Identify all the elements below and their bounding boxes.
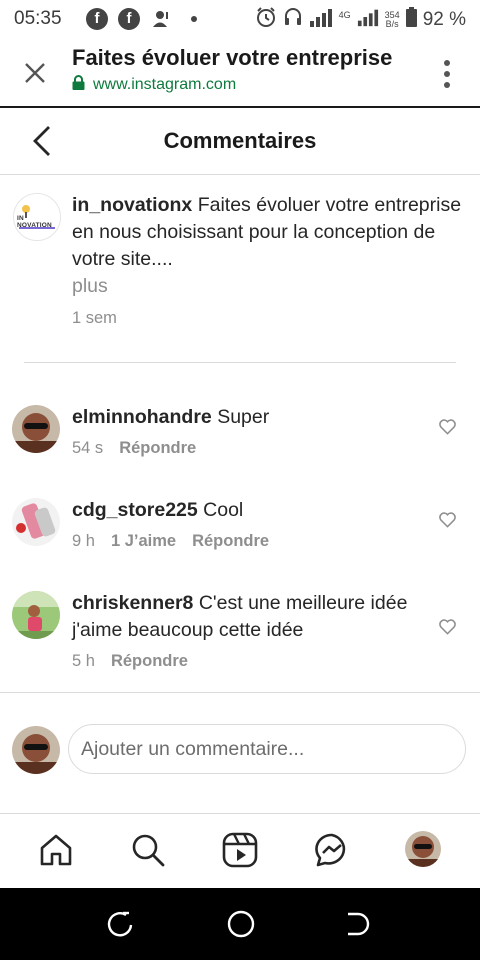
likes-count[interactable]: 1 J’aime [111, 532, 176, 551]
comment-body: Super [217, 406, 270, 428]
battery-icon [405, 7, 417, 32]
comment-text: elminnohandre Super [72, 404, 442, 431]
page-title: Faites évoluer votre entreprise [72, 45, 393, 70]
comment-time: 5 h [72, 652, 95, 670]
comment-avatar[interactable] [12, 591, 60, 639]
system-nav-bar [0, 888, 480, 960]
recents-icon[interactable] [106, 910, 134, 943]
network-type: 4G [338, 10, 351, 20]
headset-icon [283, 6, 303, 33]
comment-text: chriskenner8 C'est une meilleure idée j'… [72, 590, 442, 644]
comment-time: 54 s [72, 439, 104, 457]
comment-username[interactable]: elminnohandre [72, 406, 212, 428]
browser-bar: Faites évoluer votre entreprise www.inst… [0, 38, 480, 108]
comment-body: Cool [203, 499, 244, 521]
caption-avatar-logo-text: IN NOVATION [17, 215, 52, 229]
status-time: 05:35 [14, 8, 62, 29]
caption-text: in_novationx Faites évoluer votre entrep… [72, 192, 480, 273]
url-row[interactable]: www.instagram.com [72, 75, 236, 95]
comment-meta: 5 h Répondre [72, 652, 188, 671]
url-text: www.instagram.com [93, 76, 237, 93]
home-icon[interactable] [38, 832, 74, 868]
heart-icon[interactable] [438, 417, 457, 436]
status-bar: 05:35 f f 4G 354 B/s 92 % [0, 0, 480, 38]
more-notifications-dot [191, 16, 197, 22]
composer-avatar [12, 726, 60, 774]
reply-button[interactable]: Répondre [111, 652, 188, 671]
caption-time: 1 sem [72, 309, 117, 327]
network-speed: 354 B/s [385, 10, 400, 29]
facebook-notification-icon: f [118, 8, 140, 30]
heart-icon[interactable] [438, 510, 457, 529]
more-options-icon[interactable] [444, 60, 450, 88]
messenger-icon[interactable] [314, 832, 350, 868]
comments-header: Commentaires [0, 108, 480, 175]
search-icon[interactable] [130, 832, 166, 868]
reply-button[interactable]: Répondre [192, 532, 269, 551]
comment-meta: 54 s Répondre [72, 439, 196, 458]
comment-time: 9 h [72, 532, 95, 550]
comment-avatar[interactable] [12, 498, 60, 546]
comment-avatar[interactable] [12, 405, 60, 453]
reply-button[interactable]: Répondre [119, 439, 196, 458]
person-notification-icon [152, 9, 172, 34]
caption-username[interactable]: in_novationx [72, 194, 192, 216]
lock-icon [72, 75, 85, 95]
caption-avatar[interactable]: IN NOVATION [13, 193, 61, 241]
comment-username[interactable]: cdg_store225 [72, 499, 198, 521]
facebook-notification-icon: f [86, 8, 108, 30]
alarm-icon [255, 6, 277, 33]
home-circle-icon[interactable] [226, 909, 256, 944]
nav-divider [0, 813, 480, 814]
battery-percent: 92 % [422, 8, 466, 30]
comment-text: cdg_store225 Cool [72, 497, 442, 524]
close-icon[interactable] [22, 60, 48, 86]
profile-avatar[interactable] [405, 831, 441, 867]
heart-icon[interactable] [438, 617, 457, 636]
comments-divider [0, 692, 480, 693]
comment-meta: 9 h 1 J’aime Répondre [72, 532, 269, 551]
header-title: Commentaires [163, 128, 317, 153]
reels-icon[interactable] [222, 832, 258, 868]
back-icon[interactable] [344, 910, 372, 943]
comment-username[interactable]: chriskenner8 [72, 592, 193, 614]
network-speed-unit: B/s [385, 18, 399, 29]
status-right-group: 4G 354 B/s 92 % [255, 6, 466, 33]
comment-input[interactable] [68, 724, 466, 774]
signal-icon [309, 7, 333, 32]
caption-more-link[interactable]: plus [72, 275, 108, 298]
signal-icon [357, 7, 379, 32]
caption-divider [24, 362, 456, 363]
